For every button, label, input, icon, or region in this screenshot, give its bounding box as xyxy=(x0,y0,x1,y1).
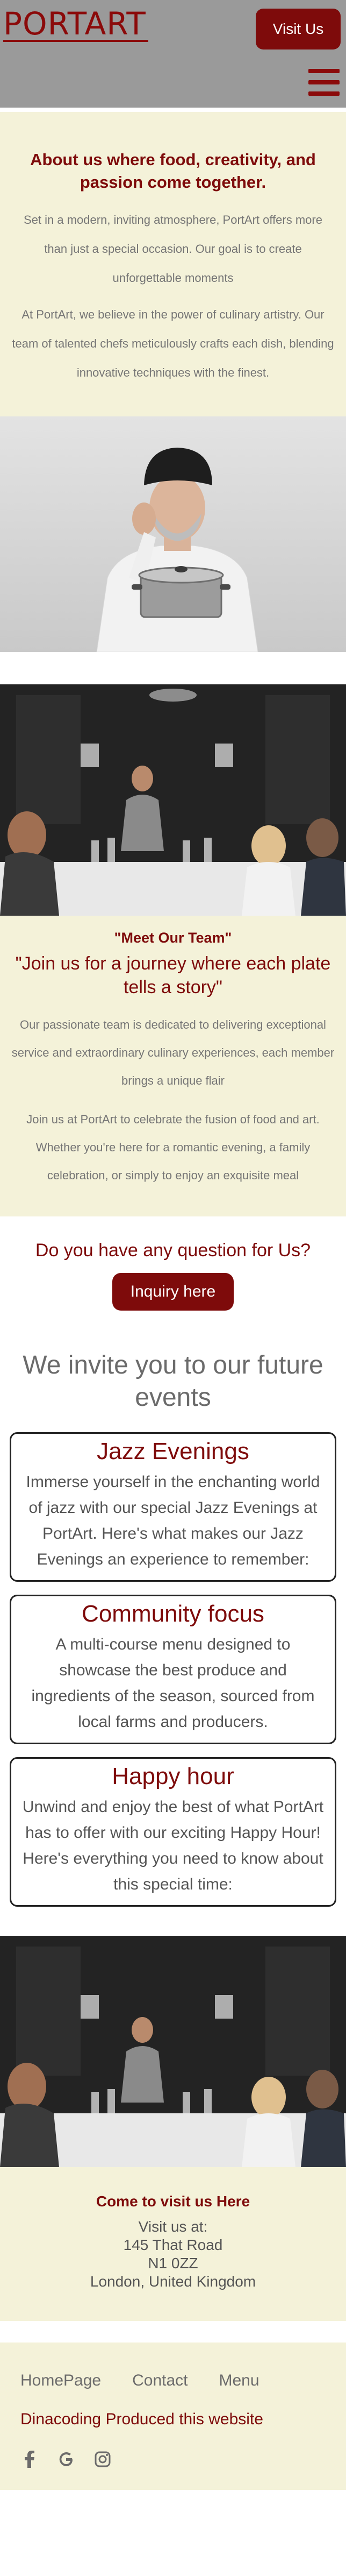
visit-us-button[interactable]: Visit Us xyxy=(256,9,341,49)
hamburger-menu-icon[interactable] xyxy=(308,69,340,96)
inquiry-button[interactable]: Inquiry here xyxy=(112,1273,234,1311)
dining-illustration xyxy=(0,684,346,916)
footer-link-contact[interactable]: Contact xyxy=(132,2372,188,2390)
team-dining-photo xyxy=(0,684,346,916)
team-paragraph: Join us at PortArt to celebrate the fusi… xyxy=(26,1113,320,1182)
spacer xyxy=(0,652,346,684)
address-line: N1 0ZZ xyxy=(148,2255,198,2271)
address-line: 145 That Road xyxy=(123,2237,223,2253)
event-card-text: A multi-course menu designed to showcase… xyxy=(31,1636,315,1731)
instagram-icon[interactable] xyxy=(93,2450,112,2468)
visit-section: Come to visit us Here Visit us at: 145 T… xyxy=(0,2167,346,2321)
question-section: Do you have any question for Us? Inquiry… xyxy=(0,1216,346,1335)
site-header: PORTART Visit Us xyxy=(0,0,346,108)
event-card-text: Immerse yourself in the enchanting world… xyxy=(26,1473,320,1568)
team-paragraph: Our passionate team is dedicated to deli… xyxy=(11,1018,335,1087)
dining-photo-bottom xyxy=(0,1936,346,2167)
spacer xyxy=(0,108,346,112)
dining-illustration xyxy=(0,1936,346,2167)
team-section: "Meet Our Team" "Join us for a journey w… xyxy=(0,916,346,1216)
chef-illustration xyxy=(96,448,258,652)
event-card-community[interactable]: Community focus A multi-course menu desi… xyxy=(10,1595,336,1744)
event-card-text: Unwind and enjoy the best of what PortAr… xyxy=(22,1798,324,1893)
team-subtitle: "Join us for a journey where each plate … xyxy=(15,953,331,997)
address-line: Visit us at: xyxy=(138,2218,208,2235)
footer-nav: HomePage Contact Menu xyxy=(20,2372,326,2390)
footer-credit: Dinacoding Produced this website xyxy=(20,2410,263,2428)
about-section: About us where food, creativity, and pas… xyxy=(0,112,346,416)
event-card-title: Happy hour xyxy=(112,1763,234,1789)
about-paragraph: Set in a modern, inviting atmosphere, Po… xyxy=(24,213,322,285)
events-section: We invite you to our future events Jazz … xyxy=(0,1335,346,1936)
question-heading: Do you have any question for Us? xyxy=(35,1240,311,1261)
spacer xyxy=(0,2321,346,2343)
event-card-title: Jazz Evenings xyxy=(97,1438,249,1464)
logo-underline xyxy=(3,40,148,42)
event-card-happy-hour[interactable]: Happy hour Unwind and enjoy the best of … xyxy=(10,1757,336,1907)
logo-text: PORTART xyxy=(3,5,146,42)
about-paragraph: At PortArt, we believe in the power of c… xyxy=(12,308,334,379)
event-card-jazz[interactable]: Jazz Evenings Immerse yourself in the en… xyxy=(10,1432,336,1582)
site-footer: HomePage Contact Menu Dinacoding Produce… xyxy=(0,2343,346,2490)
events-heading: We invite you to our future events xyxy=(23,1351,323,1412)
team-title: "Meet Our Team" xyxy=(114,930,232,946)
portart-logo[interactable]: PORTART xyxy=(3,5,148,42)
chef-photo xyxy=(0,416,346,652)
social-links xyxy=(20,2450,326,2468)
visit-heading: Come to visit us Here xyxy=(96,2193,250,2210)
footer-link-menu[interactable]: Menu xyxy=(219,2372,259,2390)
address-line: London, United Kingdom xyxy=(90,2273,256,2290)
facebook-icon[interactable] xyxy=(20,2450,39,2468)
event-card-title: Community focus xyxy=(82,1601,264,1627)
footer-link-homepage[interactable]: HomePage xyxy=(20,2372,101,2390)
about-heading: About us where food, creativity, and pas… xyxy=(30,150,316,192)
google-icon[interactable] xyxy=(57,2450,75,2468)
